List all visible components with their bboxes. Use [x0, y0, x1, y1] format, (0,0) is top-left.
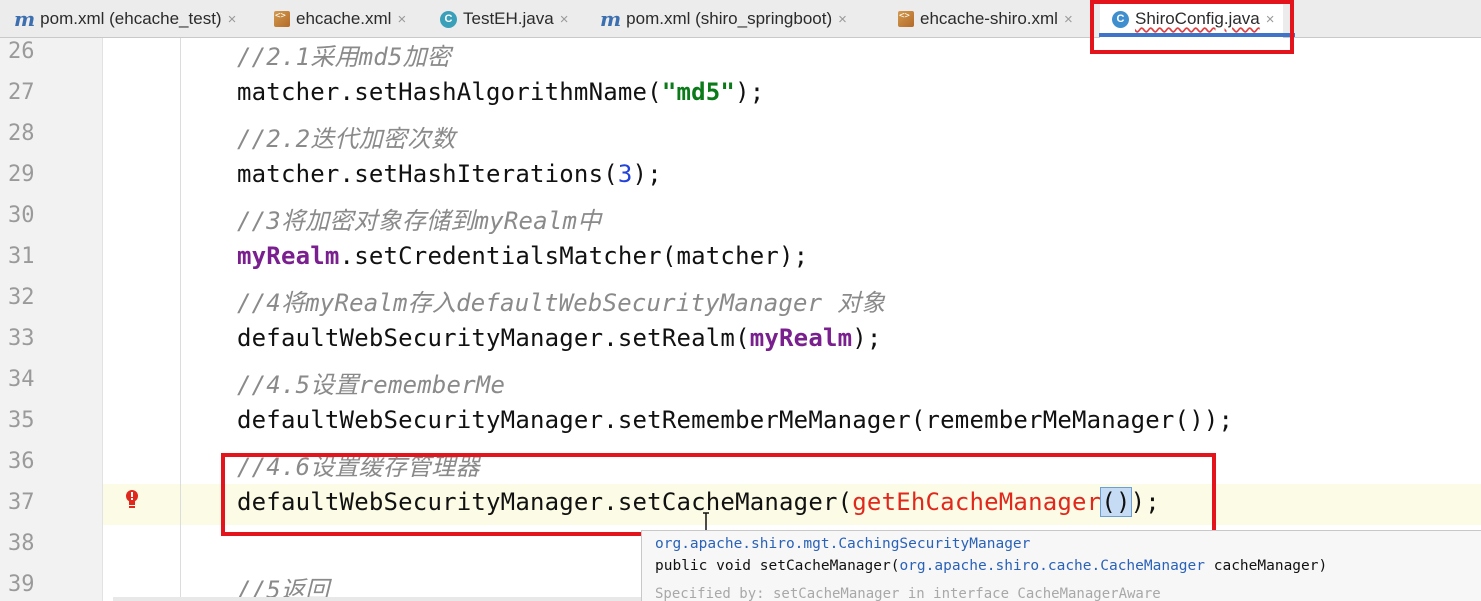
code-line-33[interactable]: defaultWebSecurityManager.setRealm(myRea…: [237, 324, 882, 352]
line-number: 32: [8, 285, 35, 310]
code-line-28[interactable]: //2.2迭代加密次数: [237, 119, 455, 154]
tab-label: ehcache.xml: [296, 9, 392, 28]
tooltip-specified-by: Specified by: setCacheManager in interfa…: [655, 586, 1161, 601]
tooltip-owner-class: org.apache.shiro.mgt.CachingSecurityMana…: [655, 536, 1031, 552]
number-literal: 3: [617, 160, 633, 188]
code-token: );: [632, 160, 662, 188]
close-icon[interactable]: ×: [838, 11, 847, 28]
highlight-box-cache-manager-line: [221, 453, 1216, 536]
horizontal-scrollbar[interactable]: [113, 597, 641, 601]
string-literal: "md5": [661, 78, 736, 106]
code-token: matcher.setHashAlgorithmName(: [237, 78, 662, 106]
line-number: 33: [8, 326, 35, 351]
tab-ehcache-xml[interactable]: ehcache.xml ×: [274, 0, 406, 38]
tab-testeh-java[interactable]: C TestEH.java ×: [440, 0, 568, 38]
tooltip-modifiers: public void: [655, 558, 760, 574]
close-icon[interactable]: ×: [1064, 11, 1073, 28]
code-line-30[interactable]: //3将加密对象存储到myRealm中: [237, 201, 601, 236]
line-number: 29: [8, 162, 35, 187]
line-number: 37: [8, 490, 35, 515]
line-number: 26: [8, 39, 35, 64]
error-lightbulb-icon[interactable]: [124, 489, 140, 509]
tooltip-method-name: setCacheManager(: [759, 558, 900, 574]
indent-guide: [180, 38, 181, 601]
code-token: .setCredentialsMatcher(matcher);: [339, 242, 809, 270]
line-number: 31: [8, 244, 35, 269]
code-line-31[interactable]: myRealm.setCredentialsMatcher(matcher);: [237, 242, 808, 270]
line-number: 28: [8, 121, 35, 146]
line-number: 36: [8, 449, 35, 474]
parameter-info-tooltip: org.apache.shiro.mgt.CachingSecurityMana…: [641, 530, 1481, 601]
maven-m-icon: m: [600, 7, 622, 31]
tooltip-signature: public void setCacheManager(org.apache.s…: [655, 558, 1481, 580]
tab-label: ehcache-shiro.xml: [920, 9, 1058, 28]
line-number: 27: [8, 80, 35, 105]
maven-m-icon: m: [14, 7, 36, 31]
field-reference: myRealm: [237, 242, 340, 270]
tooltip-param-type: org.apache.shiro.cache.CacheManager: [899, 558, 1205, 574]
code-line-29[interactable]: matcher.setHashIterations(3);: [237, 160, 662, 188]
code-token: );: [735, 78, 765, 106]
highlight-box-active-tab: [1090, 0, 1294, 54]
field-reference: myRealm: [749, 324, 853, 352]
line-number: 35: [8, 408, 35, 433]
tab-label: pom.xml (ehcache_test): [40, 9, 222, 28]
code-line-32[interactable]: //4将myRealm存入defaultWebSecurityManager 对…: [237, 283, 885, 318]
code-line-27[interactable]: matcher.setHashAlgorithmName("md5");: [237, 78, 764, 106]
xml-file-icon: [898, 11, 914, 27]
tab-pom-ehcache-test[interactable]: m pom.xml (ehcache_test) ×: [14, 0, 236, 38]
tab-pom-shiro-springboot[interactable]: m pom.xml (shiro_springboot) ×: [600, 0, 847, 38]
code-line-34[interactable]: //4.5设置rememberMe: [237, 365, 505, 400]
code-line-26[interactable]: //2.1采用md5加密: [237, 37, 451, 72]
code-line-35[interactable]: defaultWebSecurityManager.setRememberMeM…: [237, 406, 1233, 434]
tooltip-param-name: cacheManager): [1205, 558, 1328, 574]
close-icon[interactable]: ×: [397, 11, 406, 28]
tab-label: TestEH.java: [463, 9, 554, 28]
code-token: defaultWebSecurityManager.setRealm(: [237, 324, 750, 352]
line-number: 39: [8, 572, 35, 597]
xml-file-icon: [274, 11, 290, 27]
code-token: );: [852, 324, 882, 352]
line-number: 34: [8, 367, 35, 392]
close-icon[interactable]: ×: [560, 11, 569, 28]
code-token: matcher.setHashIterations(: [237, 160, 618, 188]
tab-label: pom.xml (shiro_springboot): [626, 9, 833, 28]
close-icon[interactable]: ×: [228, 11, 237, 28]
java-class-icon: C: [440, 10, 457, 28]
line-number: 38: [8, 531, 35, 556]
tab-ehcache-shiro-xml[interactable]: ehcache-shiro.xml ×: [898, 0, 1073, 38]
line-number: 30: [8, 203, 35, 228]
